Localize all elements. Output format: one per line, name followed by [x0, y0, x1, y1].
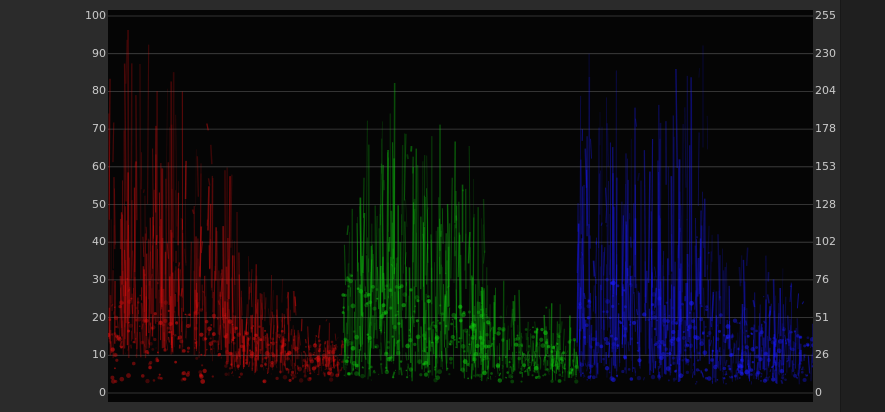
blue-channel-trace: [576, 45, 813, 386]
left-tick-label: 10: [92, 348, 106, 362]
left-tick-label: 40: [92, 235, 106, 249]
right-tick-label: 230: [815, 46, 836, 60]
right-tick-label: 26: [815, 348, 829, 362]
right-tick-label: 204: [815, 84, 836, 98]
left-tick-label: 60: [92, 159, 106, 173]
red-channel-trace: [108, 29, 345, 384]
right-tick-label: 178: [815, 122, 836, 136]
left-tick-label: 30: [92, 272, 106, 286]
green-channel-trace: [341, 82, 579, 384]
left-tick-label: 50: [92, 197, 106, 211]
right-tick-label: 51: [815, 310, 829, 324]
right-tick-label: 153: [815, 159, 836, 173]
right-tick-label: 76: [815, 272, 829, 286]
rgb-parade-waveform: [108, 15, 813, 394]
left-tick-label: 80: [92, 84, 106, 98]
left-tick-label: 0: [99, 386, 106, 399]
right-tick-label: 0: [815, 386, 822, 399]
left-tick-label: 70: [92, 122, 106, 136]
waveform-scope: 100 90 80 70 60 50 40 30 20 10 0 255 230 204 178 153 12…: [0, 0, 885, 412]
left-tick-label: 90: [92, 46, 106, 60]
right-tick-label: 128: [815, 197, 836, 211]
side-panel: [840, 0, 885, 412]
left-tick-label: 20: [92, 310, 106, 324]
left-tick-label: 100: [85, 9, 106, 22]
waveform-plot-area[interactable]: [108, 10, 813, 402]
right-tick-label: 102: [815, 235, 836, 249]
right-tick-label: 255: [815, 9, 836, 22]
